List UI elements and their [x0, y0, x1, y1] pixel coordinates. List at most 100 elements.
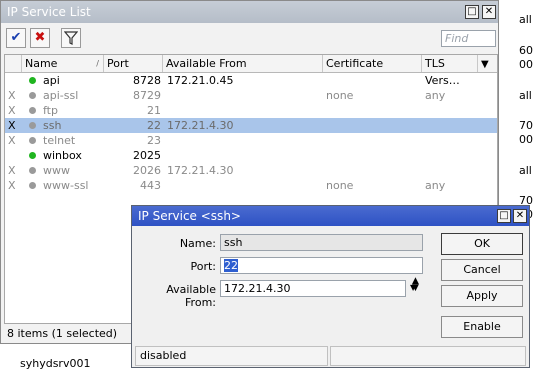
table-cell-tls	[425, 148, 475, 163]
table-cell-available-from: 172.21.0.45	[167, 74, 234, 87]
certificate-column-header[interactable]: Certificate	[323, 55, 422, 72]
table-cell-available-from	[167, 88, 319, 103]
table-cell-flag	[8, 148, 22, 163]
up-down-arrows-icon[interactable]: ▲ ▼	[412, 277, 419, 293]
dialog-titlebar[interactable]: IP Service <ssh> □ ✕	[132, 206, 529, 226]
port-column-label: Port	[107, 57, 129, 70]
apply-button[interactable]: Apply	[441, 285, 523, 307]
status-dot-icon	[29, 167, 36, 174]
table-row[interactable]: Xssh 22 172.21.4.30	[5, 118, 497, 133]
table-row[interactable]: Xtelnet 23	[5, 133, 497, 148]
table-row[interactable]: winbox 2025	[5, 148, 497, 163]
status-dot-icon	[29, 122, 36, 129]
table-cell-tls	[425, 163, 475, 178]
bg-fragment: all	[519, 89, 532, 102]
dialog-maximize-button[interactable]: □	[497, 209, 511, 223]
table-cell-port: 2026	[133, 164, 161, 177]
table-cell-available-from	[167, 133, 319, 148]
table-row[interactable]: Xapi-ssl 8729 none any	[5, 88, 497, 103]
table-cell-tls: any	[425, 179, 446, 192]
available-from-column-header[interactable]: Available From	[163, 55, 323, 72]
ip-service-dialog: IP Service <ssh> □ ✕ Name: ssh Port: 22 …	[131, 205, 530, 368]
table-cell-flag: X	[8, 89, 16, 102]
table-cell-name: winbox	[43, 149, 82, 162]
table-cell-tls	[425, 103, 475, 118]
table-cell-port: 23	[147, 134, 161, 147]
dialog-close-button[interactable]: ✕	[513, 209, 527, 223]
table-cell-certificate	[326, 133, 420, 148]
name-label: Name:	[179, 237, 216, 250]
dialog-status-text: disabled	[140, 349, 187, 362]
table-cell-available-from	[167, 103, 319, 118]
table-cell-name: api-ssl	[43, 89, 79, 102]
table-cell-name: telnet	[43, 134, 76, 147]
table-cell-flag	[8, 73, 22, 88]
dialog-status-bar-right	[330, 346, 526, 366]
table-cell-flag: X	[8, 119, 16, 132]
table-cell-certificate: none	[326, 179, 354, 192]
status-dot-icon	[29, 92, 36, 99]
table-cell-certificate	[326, 163, 420, 178]
sort-indicator-icon: /	[96, 59, 99, 68]
table-cell-certificate: none	[326, 89, 354, 102]
table-cell-port: 8729	[133, 89, 161, 102]
table-row[interactable]: Xwww 2026 172.21.4.30	[5, 163, 497, 178]
status-text: 8 items (1 selected)	[7, 327, 118, 340]
toolbar: ✔ ✖ Find	[1, 24, 498, 52]
window-titlebar[interactable]: IP Service List □ ✕	[1, 1, 498, 23]
status-dot-icon	[29, 152, 36, 159]
table-cell-tls	[425, 73, 475, 88]
table-cell-flag: X	[8, 179, 16, 192]
port-label: Port:	[190, 260, 216, 273]
table-cell-certificate	[326, 118, 420, 133]
bg-fragment: 00	[519, 133, 533, 146]
table-cell-port: 2025	[133, 149, 161, 162]
find-input[interactable]: Find	[441, 30, 496, 47]
table-cell-name: api	[43, 74, 60, 87]
table-row[interactable]: api 8728 172.21.0.45	[5, 73, 497, 88]
column-menu-button[interactable]: ▼	[478, 55, 497, 72]
dialog-status-bar: disabled	[135, 346, 328, 366]
name-column-header[interactable]: Name /	[22, 55, 104, 72]
table-cell-name: www	[43, 164, 70, 177]
window-title: IP Service List	[7, 5, 91, 19]
table-cell-available-from: 172.21.4.30	[167, 164, 234, 177]
enable-check-icon[interactable]: ✔	[6, 28, 26, 48]
table-cell-port: 21	[147, 104, 161, 117]
table-cell-certificate	[326, 148, 420, 163]
certificate-column-label: Certificate	[326, 57, 384, 70]
tls-version-column-header[interactable]: TLS Vers…	[422, 55, 478, 87]
background-label: syhydsrv001	[20, 357, 91, 370]
close-button[interactable]: ✕	[482, 5, 496, 19]
table-cell-tls	[425, 133, 475, 148]
table-cell-available-from	[167, 178, 319, 193]
enable-button[interactable]: Enable	[441, 316, 523, 338]
bg-fragment: 60	[519, 44, 533, 57]
ok-button[interactable]: OK	[441, 233, 523, 255]
bg-fragment: all	[519, 164, 532, 177]
bg-fragment: all	[519, 13, 532, 26]
table-cell-port: 443	[140, 179, 161, 192]
chevron-down-icon: ▼	[481, 59, 489, 70]
dialog-title: IP Service <ssh>	[138, 209, 241, 223]
table-cell-available-from: 172.21.4.30	[167, 119, 234, 132]
table-row[interactable]: Xftp 21	[5, 103, 497, 118]
bg-fragment: 00	[519, 58, 533, 71]
table-cell-flag: X	[8, 104, 16, 117]
port-column-header[interactable]: Port	[104, 55, 163, 72]
table-cell-name: www-ssl	[43, 179, 89, 192]
table-cell-flag: X	[8, 134, 16, 147]
disable-x-icon[interactable]: ✖	[30, 28, 50, 48]
status-dot-icon	[29, 137, 36, 144]
table-cell-port: 8728	[133, 74, 161, 87]
available-from-column-label: Available From	[166, 57, 247, 70]
maximize-button[interactable]: □	[465, 5, 479, 19]
cancel-button[interactable]: Cancel	[441, 259, 523, 281]
filter-icon[interactable]	[61, 28, 81, 48]
table-row[interactable]: Xwww-ssl 443 none any	[5, 178, 497, 193]
table-cell-name: ftp	[43, 104, 58, 117]
port-field[interactable]: 22	[220, 257, 423, 274]
flag-column-header[interactable]	[5, 55, 22, 72]
table-header: Name / Port Available From Certificate T…	[5, 55, 497, 87]
available-from-field[interactable]: 172.21.4.30	[220, 280, 406, 297]
